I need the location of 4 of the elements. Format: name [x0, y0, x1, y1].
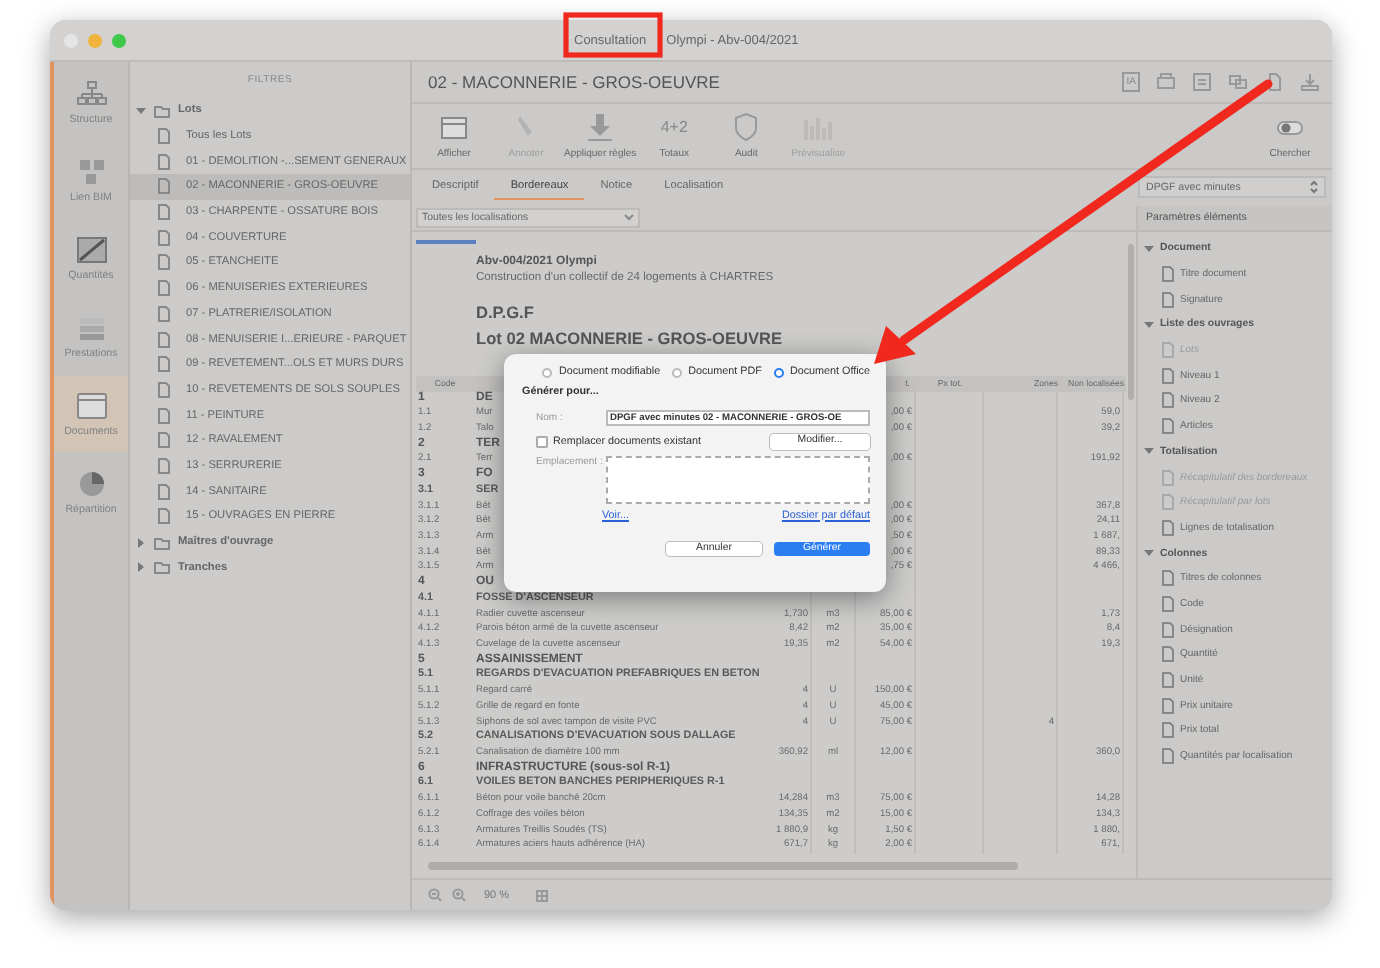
document-type: D.P.G.F	[476, 301, 536, 321]
lot-title: Lot 02 MACONNERIE - GROS-OEUVRE	[476, 327, 785, 347]
document-title: 02 - MACONNERIE - GROS-OEUVRE	[428, 72, 722, 92]
totals-glyph: 4+2	[660, 116, 688, 140]
